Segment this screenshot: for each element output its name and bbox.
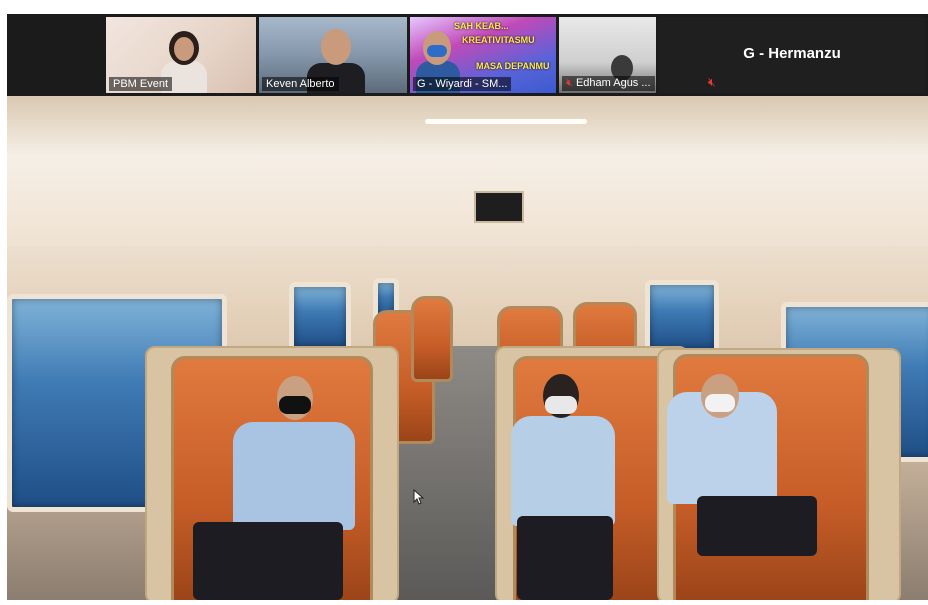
overhead-monitor xyxy=(474,191,524,223)
window-left-mid xyxy=(289,282,351,352)
participant-name: Keven Alberto xyxy=(262,77,339,91)
poster-line-2: KREATIVITASMU xyxy=(462,35,535,45)
participant-tile-edham-agus[interactable]: 🔇︎ Edham Agus ... xyxy=(559,17,656,93)
participant-face xyxy=(321,29,351,65)
mouse-cursor-icon xyxy=(413,489,425,505)
face-mask xyxy=(545,396,577,414)
participant-name: 🔇︎ Edham Agus ... xyxy=(562,76,655,91)
poster-line-1: SAH KEAB... xyxy=(454,21,509,31)
passenger-center-shirt xyxy=(511,416,615,526)
participant-tile-g-wiyardi[interactable]: SAH KEAB... KREATIVITASMU MASA DEPANMU G… xyxy=(410,17,556,93)
ceiling-light xyxy=(425,119,587,124)
passenger-right-legs xyxy=(697,496,817,556)
window-right-mid xyxy=(645,280,719,354)
passenger-left-legs xyxy=(193,522,343,600)
face-mask xyxy=(705,394,735,412)
passenger-center-legs xyxy=(517,516,613,600)
participant-tile-keven-alberto[interactable]: Keven Alberto xyxy=(259,17,407,93)
main-video-feed xyxy=(7,96,928,600)
participant-face xyxy=(174,37,194,61)
video-call-window: PBM Event Keven Alberto SAH KEAB... KREA… xyxy=(7,14,928,600)
microphone-muted-icon: 🔇︎ xyxy=(566,77,573,89)
microphone-muted-icon: 🔇︎ xyxy=(708,75,716,89)
participant-name: PBM Event xyxy=(109,77,173,91)
participant-strip: PBM Event Keven Alberto SAH KEAB... KREA… xyxy=(7,14,928,96)
poster-line-3: MASA DEPANMU xyxy=(476,61,550,71)
participant-name: G - Wiyardi - SM... xyxy=(413,77,512,91)
face-mask xyxy=(279,396,311,414)
featured-participant-name: G - Hermanzu xyxy=(743,45,841,62)
participant-tile-g-hermanzu[interactable]: G - Hermanzu 🔇︎ xyxy=(659,17,925,93)
seat xyxy=(411,296,453,382)
passenger-left-shirt xyxy=(233,422,355,530)
participant-tile-pbm-event[interactable]: PBM Event xyxy=(106,17,256,93)
face-mask xyxy=(427,45,447,57)
